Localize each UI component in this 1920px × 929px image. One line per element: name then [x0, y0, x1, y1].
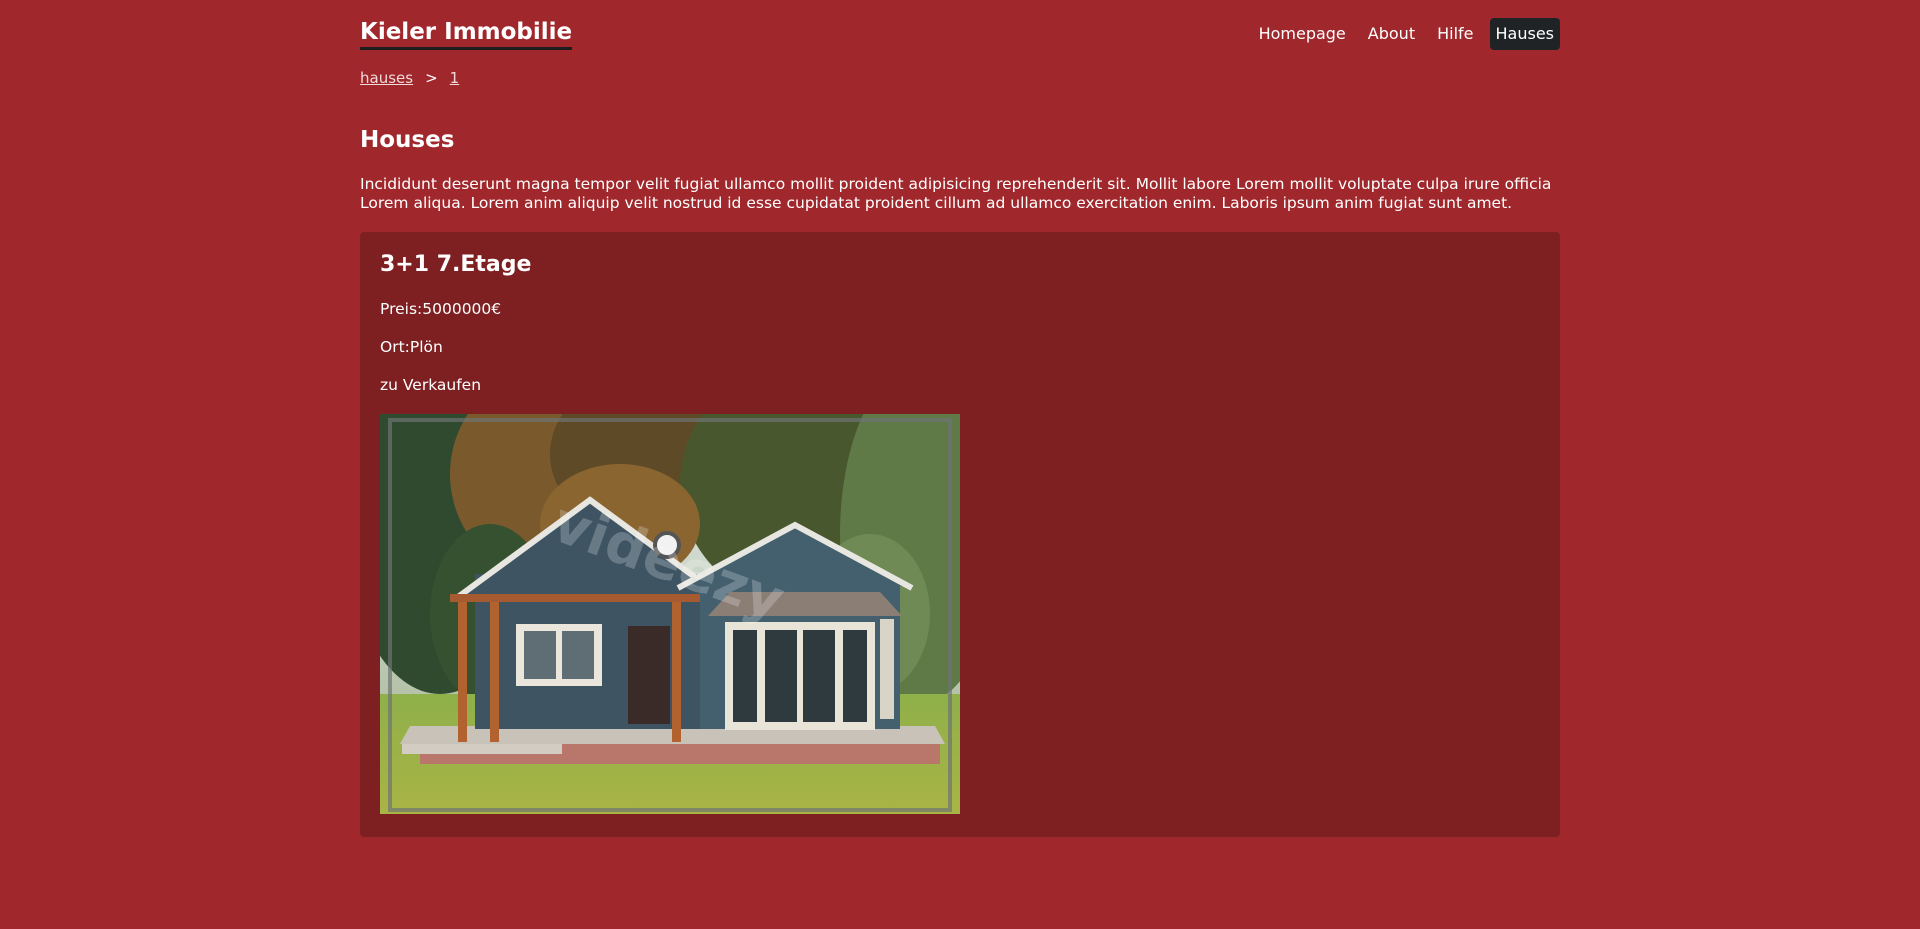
listing-price: Preis:5000000€: [380, 300, 502, 318]
listing-title: 3+1 7.Etage: [380, 252, 532, 277]
main-nav: Homepage About Hilfe Hauses: [1253, 18, 1560, 50]
brand-logo-link[interactable]: Kieler Immobilie: [360, 19, 573, 50]
page-container: Kieler Immobilie Homepage About Hilfe Ha…: [360, 0, 1560, 837]
breadcrumb: hauses > 1: [360, 69, 459, 87]
site-header: Kieler Immobilie Homepage About Hilfe Ha…: [360, 0, 1560, 60]
breadcrumb-hauses[interactable]: hauses: [360, 69, 413, 87]
listing-card: 3+1 7.Etage Preis:5000000€ Ort:Plön zu V…: [360, 232, 1560, 837]
nav-hilfe[interactable]: Hilfe: [1431, 18, 1479, 50]
nav-about[interactable]: About: [1362, 18, 1421, 50]
house-photo[interactable]: videezy: [380, 414, 960, 814]
page-title: Houses: [360, 127, 455, 153]
breadcrumb-current[interactable]: 1: [450, 69, 460, 87]
listing-location: Ort:Plön: [380, 338, 443, 356]
nav-hauses[interactable]: Hauses: [1489, 18, 1560, 50]
intro-text: Incididunt deserunt magna tempor velit f…: [360, 175, 1552, 212]
nav-homepage[interactable]: Homepage: [1253, 18, 1352, 50]
listing-status: zu Verkaufen: [380, 376, 482, 394]
breadcrumb-separator: >: [425, 69, 438, 87]
